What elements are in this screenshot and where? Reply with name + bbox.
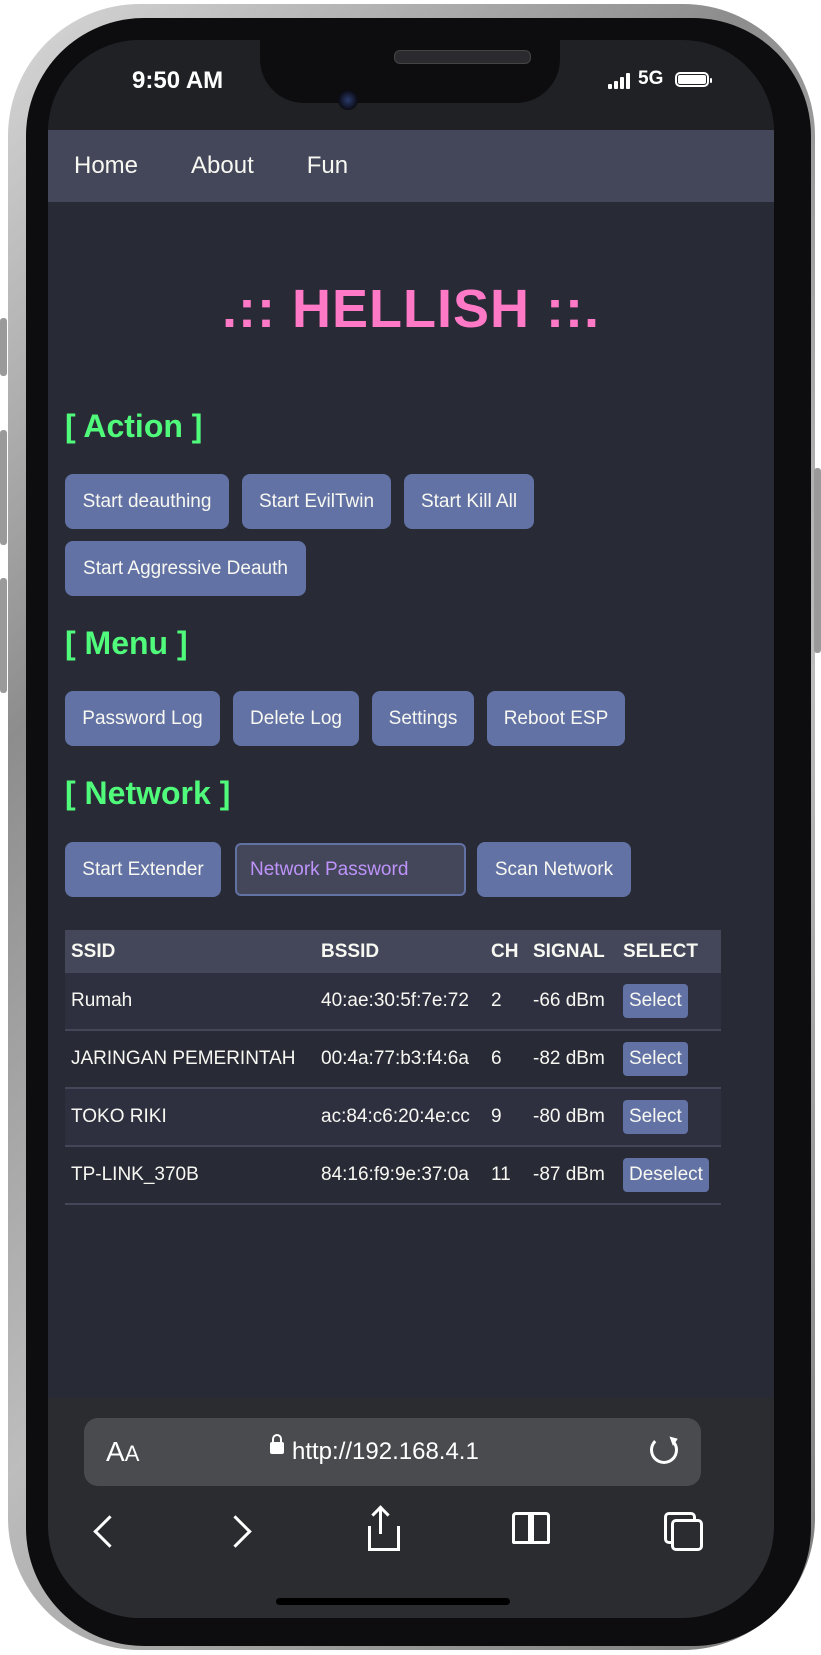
table-row: Rumah 40:ae:30:5f:7e:72 2 -66 dBm Select	[65, 973, 721, 1031]
share-button[interactable]	[368, 1505, 400, 1552]
table-header-row: SSID BSSID CH SIGNAL SELECT	[65, 930, 721, 973]
cell-ssid: TOKO RIKI	[65, 1088, 315, 1147]
forward-icon	[219, 1515, 252, 1548]
web-page: Home About Fun .:: HELLISH ::. [ Action …	[48, 130, 774, 1398]
reboot-esp-button[interactable]: Reboot ESP	[487, 691, 625, 746]
cell-select: Select	[617, 1030, 721, 1089]
cell-signal: -82 dBm	[527, 1030, 617, 1089]
forward-button[interactable]	[219, 1512, 252, 1548]
power-button	[814, 468, 821, 653]
book-icon	[512, 1512, 550, 1544]
cell-bssid: 84:16:f9:9e:37:0a	[315, 1146, 485, 1205]
reload-icon[interactable]	[650, 1436, 678, 1464]
cell-bssid: 00:4a:77:b3:f4:6a	[315, 1030, 485, 1089]
cell-ssid: JARINGAN PEMERINTAH	[65, 1030, 315, 1089]
phone-screen: 9:50 AM 5G Home About Fun .:: HELLISH ::…	[48, 40, 774, 1618]
table-row: TP-LINK_370B 84:16:f9:9e:37:0a 11 -87 dB…	[65, 1146, 721, 1205]
select-button[interactable]: Select	[623, 1042, 688, 1076]
cell-signal: -80 dBm	[527, 1088, 617, 1147]
cell-ssid: Rumah	[65, 973, 315, 1031]
section-network-heading: [ Network ]	[65, 775, 231, 811]
table-row: TOKO RIKI ac:84:c6:20:4e:cc 9 -80 dBm Se…	[65, 1088, 721, 1147]
cell-select: Select	[617, 973, 721, 1031]
header-ch: CH	[485, 930, 527, 973]
page-title: .:: HELLISH ::.	[222, 279, 600, 339]
front-camera	[338, 90, 358, 110]
speaker-grille	[394, 50, 531, 64]
cell-bssid: ac:84:c6:20:4e:cc	[315, 1088, 485, 1147]
select-button[interactable]: Select	[623, 1100, 688, 1134]
section-action-heading: [ Action ]	[65, 408, 203, 444]
share-icon	[368, 1526, 400, 1551]
cell-select: Deselect	[617, 1146, 721, 1205]
delete-log-button[interactable]: Delete Log	[233, 691, 359, 746]
network-type: 5G	[638, 68, 664, 89]
battery-icon	[675, 72, 712, 87]
header-select: SELECT	[617, 930, 721, 973]
header-signal: SIGNAL	[527, 930, 617, 973]
cell-ch: 11	[485, 1146, 527, 1205]
nav-home[interactable]: Home	[74, 152, 138, 180]
table-row: JARINGAN PEMERINTAH 00:4a:77:b3:f4:6a 6 …	[65, 1030, 721, 1089]
password-log-button[interactable]: Password Log	[65, 691, 220, 746]
nav-bar: Home About Fun	[48, 130, 774, 202]
back-icon	[93, 1515, 126, 1548]
cell-ch: 2	[485, 973, 527, 1031]
start-eviltwin-button[interactable]: Start EvilTwin	[242, 474, 391, 529]
cell-signal: -66 dBm	[527, 973, 617, 1031]
home-indicator	[276, 1598, 510, 1605]
settings-button[interactable]: Settings	[372, 691, 474, 746]
cell-signal-icon	[608, 73, 632, 89]
header-bssid: BSSID	[315, 930, 485, 973]
header-ssid: SSID	[65, 930, 315, 973]
cell-select: Select	[617, 1088, 721, 1147]
start-deauthing-button[interactable]: Start deauthing	[65, 474, 229, 529]
lock-icon	[270, 1434, 284, 1454]
silent-switch	[0, 318, 7, 376]
cell-ssid: TP-LINK_370B	[65, 1146, 315, 1205]
network-table: SSID BSSID CH SIGNAL SELECT Rumah 40:ae:…	[65, 930, 721, 1205]
scan-network-button[interactable]: Scan Network	[477, 842, 631, 897]
status-time: 9:50 AM	[132, 67, 224, 94]
url-text[interactable]: http://192.168.4.1	[270, 1434, 479, 1466]
volume-up-button	[0, 430, 7, 545]
network-password-input[interactable]	[235, 843, 466, 896]
cell-ch: 9	[485, 1088, 527, 1147]
start-extender-button[interactable]: Start Extender	[65, 842, 221, 897]
start-aggressive-deauth-button[interactable]: Start Aggressive Deauth	[65, 541, 306, 596]
tabs-button[interactable]	[664, 1512, 704, 1552]
browser-toolbar: AA http://192.168.4.1	[48, 1398, 774, 1618]
volume-down-button	[0, 578, 7, 693]
cell-bssid: 40:ae:30:5f:7e:72	[315, 973, 485, 1031]
deselect-button[interactable]: Deselect	[623, 1158, 709, 1192]
start-kill-all-button[interactable]: Start Kill All	[404, 474, 534, 529]
section-menu-heading: [ Menu ]	[65, 625, 188, 661]
url-value: http://192.168.4.1	[292, 1438, 479, 1465]
back-button[interactable]	[93, 1512, 126, 1548]
cell-ch: 6	[485, 1030, 527, 1089]
nav-about[interactable]: About	[191, 152, 254, 180]
nav-fun[interactable]: Fun	[307, 152, 348, 180]
address-bar[interactable]: AA http://192.168.4.1	[84, 1418, 701, 1486]
select-button[interactable]: Select	[623, 984, 688, 1018]
reader-aa-button[interactable]: AA	[106, 1436, 139, 1468]
cell-signal: -87 dBm	[527, 1146, 617, 1205]
